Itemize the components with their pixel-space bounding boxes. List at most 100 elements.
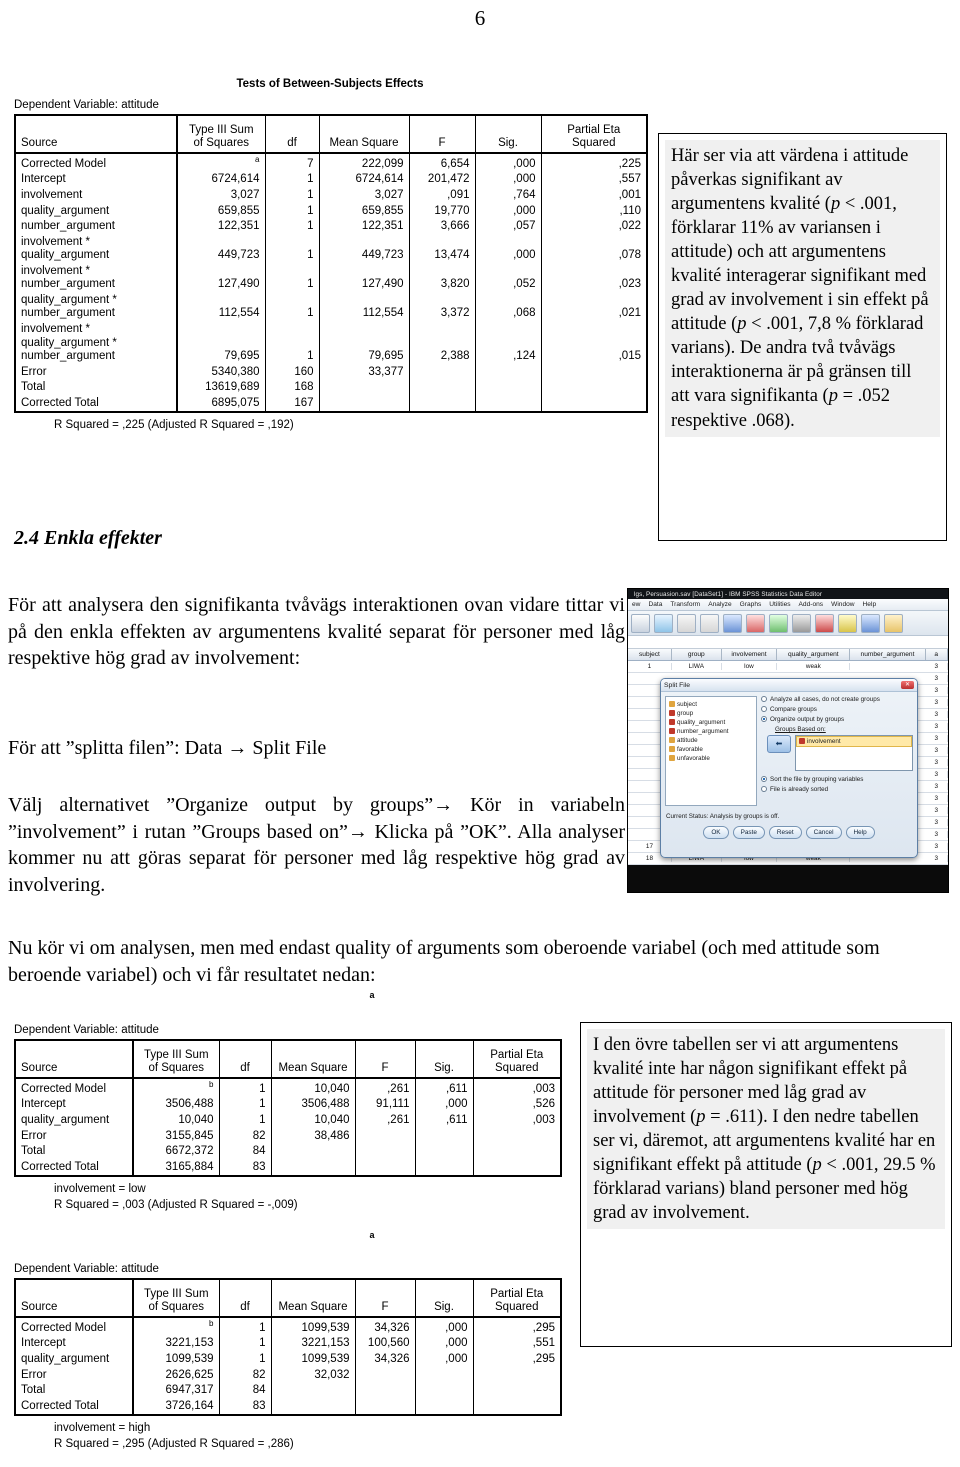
move-variable-arrow-icon[interactable]: ⬅ xyxy=(767,735,791,753)
variables-icon[interactable] xyxy=(769,613,788,633)
callout1-italic3: p xyxy=(828,386,838,407)
cancel-button[interactable]: Cancel xyxy=(805,826,842,839)
column-header-quality-argument[interactable]: quality_argument xyxy=(777,649,851,660)
data-grid-cell[interactable]: 3 xyxy=(926,783,948,790)
table1-col-ss-line2: of Squares xyxy=(193,137,250,150)
data-grid-cell[interactable]: 3 xyxy=(926,699,948,706)
table3-col-ss-line1: Type III Sum xyxy=(143,1287,209,1300)
data-grid-cell[interactable]: 3 xyxy=(926,747,948,754)
reset-button[interactable]: Reset xyxy=(768,826,802,839)
variable-list-item[interactable]: unfavorable xyxy=(669,754,753,763)
cell-sig: ,764 xyxy=(474,187,542,204)
data-grid-cell[interactable]: 3 xyxy=(926,687,948,694)
groups-based-on-box[interactable]: involvement xyxy=(795,735,913,771)
data-grid-cell[interactable]: 3 xyxy=(926,663,948,670)
variable-list-item[interactable]: number_argument xyxy=(669,727,753,736)
variable-list-item[interactable]: subject xyxy=(669,700,753,709)
data-grid-cell[interactable]: 3 xyxy=(926,819,948,826)
menu-data[interactable]: Data xyxy=(648,601,662,608)
find-icon[interactable] xyxy=(792,613,811,633)
column-header-group[interactable]: group xyxy=(672,649,722,660)
cell-sum-of-squares: 127,490 xyxy=(176,263,266,293)
redo-icon[interactable] xyxy=(700,613,719,633)
goto-variable-icon[interactable] xyxy=(746,613,765,633)
data-grid-cell[interactable]: 3 xyxy=(926,807,948,814)
menu-help[interactable]: Help xyxy=(863,601,877,608)
goto-case-icon[interactable] xyxy=(723,613,742,633)
variable-list-item[interactable]: quality_argument xyxy=(669,718,753,727)
menu-utilities[interactable]: Utilities xyxy=(769,601,790,608)
table1-header-row: Source Type III Sum of Squares df Mean S… xyxy=(14,114,648,154)
variable-list[interactable]: subject group quality_argument number_argum… xyxy=(665,696,757,806)
data-grid-cell[interactable]: 3 xyxy=(926,795,948,802)
radio-icon-selected[interactable] xyxy=(761,716,767,722)
table-row: Intercept 3506,488 1 3506,488 91,111,000,526 xyxy=(14,1097,562,1113)
option-analyze-all-cases[interactable]: Analyze all cases, do not create groups xyxy=(761,696,913,703)
radio-icon[interactable] xyxy=(761,786,767,792)
spss-menu-bar[interactable]: ew Data Transform Analyze Graphs Utilities Add… xyxy=(628,599,948,611)
table3-footnote-involvement: involvement = high xyxy=(54,1422,151,1435)
column-header-extra[interactable]: a xyxy=(926,649,948,660)
data-grid-cell[interactable]: 3 xyxy=(926,723,948,730)
radio-icon[interactable] xyxy=(761,706,767,712)
option-compare-groups[interactable]: Compare groups xyxy=(761,706,913,713)
data-grid-cell[interactable]: 3 xyxy=(926,675,948,682)
variable-list-item[interactable]: favorable xyxy=(669,745,753,754)
column-header-involvement[interactable]: involvement xyxy=(722,649,778,660)
cell-partial-eta-squared: ,015 xyxy=(540,322,648,365)
ok-button[interactable]: OK xyxy=(703,826,729,839)
variable-list-item[interactable]: attitude xyxy=(669,736,753,745)
cell-mean-square xyxy=(270,1383,356,1399)
cell-sig: ,057 xyxy=(474,219,542,235)
data-grid-cell[interactable]: 3 xyxy=(926,771,948,778)
help-button[interactable]: Help xyxy=(845,826,875,839)
split-file-icon[interactable] xyxy=(861,613,880,633)
radio-icon[interactable] xyxy=(761,696,767,702)
spss-toolbar[interactable] xyxy=(628,611,948,636)
menu-transform[interactable]: Transform xyxy=(670,601,700,608)
cell-df: 83 xyxy=(218,1159,272,1178)
option-sort-file[interactable]: Sort the file by grouping variables xyxy=(761,776,913,783)
data-grid-cell[interactable]: 3 xyxy=(926,711,948,718)
paste-button[interactable]: Paste xyxy=(732,826,765,839)
data-grid-row[interactable]: 1 LIWA low weak 3 xyxy=(628,661,948,673)
table3-col-f: F xyxy=(354,1278,416,1318)
insert-case-icon[interactable] xyxy=(815,613,834,633)
undo-icon[interactable] xyxy=(677,613,696,633)
data-grid-cell[interactable]: 3 xyxy=(926,843,948,850)
cell-partial-eta-squared xyxy=(472,1367,562,1384)
menu-analyze[interactable]: Analyze xyxy=(708,601,731,608)
column-header-subject[interactable]: subject xyxy=(628,649,672,660)
menu-view[interactable]: ew xyxy=(632,601,640,608)
data-grid-cell[interactable]: 1 xyxy=(628,663,672,670)
data-grid-cell[interactable]: 3 xyxy=(926,855,948,862)
option-file-already-sorted[interactable]: File is already sorted xyxy=(761,786,913,793)
save-icon[interactable] xyxy=(654,613,673,633)
data-grid-cell[interactable]: low xyxy=(722,663,778,670)
option-organize-output-by-groups[interactable]: Organize output by groups xyxy=(761,716,913,723)
callout-box-bottom: I den övre tabellen ser vi att argumente… xyxy=(580,1022,952,1347)
spss-cell-editor[interactable] xyxy=(628,636,948,649)
cell-df: 1 xyxy=(264,234,320,264)
radio-icon-selected[interactable] xyxy=(761,776,767,782)
callout1-italic2: p xyxy=(737,314,747,335)
data-grid-cell[interactable]: 3 xyxy=(926,759,948,766)
print-icon[interactable] xyxy=(631,613,650,633)
column-header-number-argument[interactable]: number_argument xyxy=(850,649,926,660)
table2-col-eta-line2: Squared xyxy=(495,1062,539,1075)
data-grid-cell[interactable]: 3 xyxy=(926,735,948,742)
insert-variable-icon[interactable] xyxy=(838,613,857,633)
cell-mean-square: 1099,539 xyxy=(270,1351,356,1368)
close-icon[interactable]: ✕ xyxy=(900,681,914,689)
menu-window[interactable]: Window xyxy=(831,601,854,608)
data-grid-cell[interactable]: 3 xyxy=(926,831,948,838)
data-grid-cell[interactable]: weak xyxy=(777,663,851,670)
selected-group-variable[interactable]: involvement xyxy=(796,736,912,747)
split-file-dialog[interactable]: Split File ✕ subject group quality_argumen… xyxy=(660,678,918,858)
menu-graphs[interactable]: Graphs xyxy=(740,601,762,608)
weight-cases-icon[interactable] xyxy=(884,613,903,633)
data-grid-cell[interactable]: LIWA xyxy=(672,663,722,670)
variable-list-item[interactable]: group xyxy=(669,709,753,718)
menu-addons[interactable]: Add-ons xyxy=(799,601,824,608)
table2-body: Corrected Model b 1 10,040,261,611,003 Inter… xyxy=(14,1076,562,1178)
